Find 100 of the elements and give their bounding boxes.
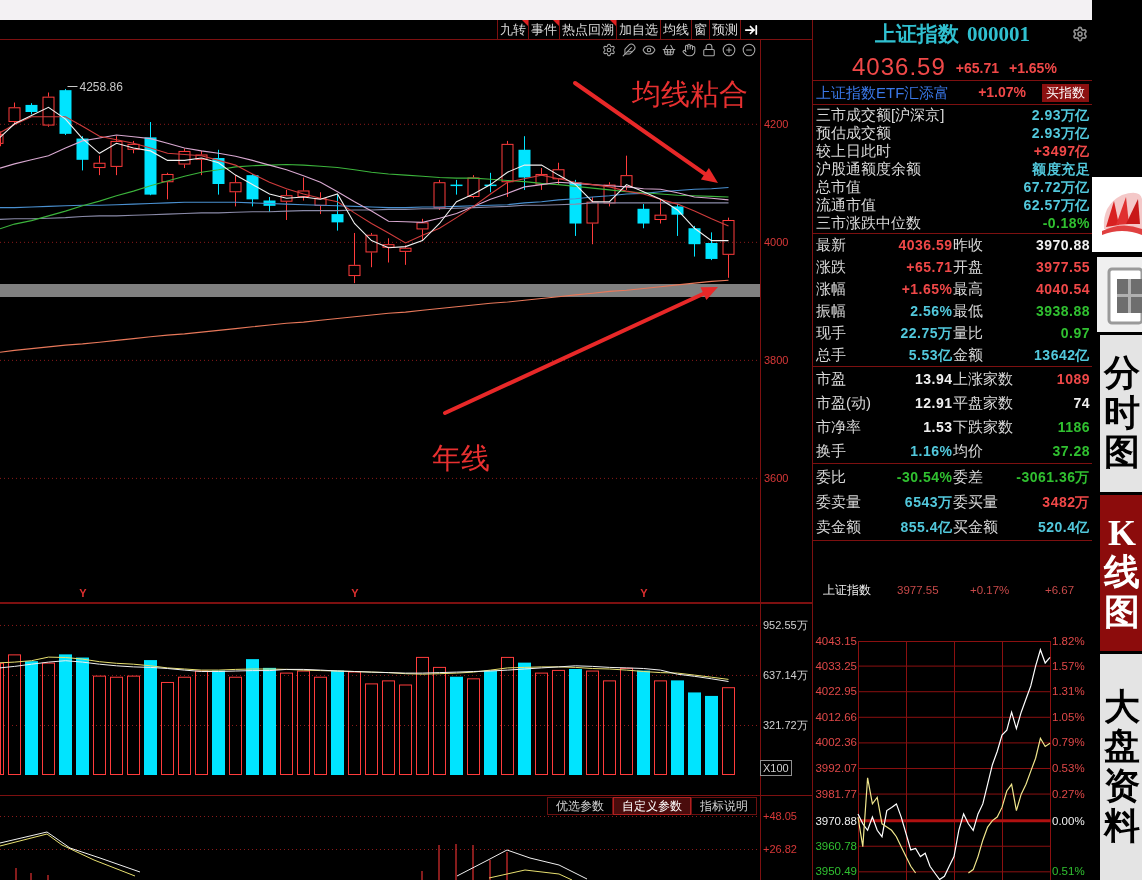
high-price-label: 4258.86 [79, 79, 123, 94]
stat-label: 最新 [816, 236, 846, 254]
basket-icon[interactable] [662, 43, 676, 57]
stat-label: 预估成交额 [816, 124, 891, 142]
hand-icon[interactable] [682, 43, 696, 57]
candlestick [348, 232, 361, 284]
side-tab[interactable]: 分时图 [1100, 335, 1142, 492]
candlestick [0, 130, 4, 147]
stat-value: 74 [1073, 393, 1090, 413]
toolbar-tab[interactable]: 加自选 [616, 20, 660, 39]
stat-label: 三市涨跌中位数 [816, 214, 921, 232]
axis-label: 0.27% [1052, 787, 1085, 800]
stat-value: -0.18% [1042, 213, 1090, 233]
axis-label: 4002.36 [815, 736, 857, 749]
index-code: 000001 [967, 21, 1030, 47]
lock-icon[interactable] [702, 43, 716, 57]
axis-label: 637.14万 [763, 668, 808, 681]
toolbar-tab[interactable]: 均线 [660, 20, 691, 39]
stat-label: 现手 [816, 324, 846, 342]
year-marker: Y [351, 587, 359, 599]
candlestick [722, 217, 735, 279]
candlestick [518, 135, 531, 191]
intraday-change-percent: +0.17% [970, 584, 1010, 596]
side-tab[interactable]: 大盘资料 [1100, 654, 1142, 880]
indicator-bar [30, 872, 32, 880]
candlestick [297, 177, 310, 201]
axis-label: 3950.49 [815, 865, 857, 878]
candlestick [280, 189, 293, 221]
stat-value: 3938.88 [1035, 301, 1090, 321]
side-tab[interactable]: K线图 [1100, 495, 1142, 651]
stat-value: 2.56% [910, 301, 953, 321]
candlestick [25, 102, 38, 115]
annotation-text: 均线粘合 [632, 78, 748, 110]
stat-value: +1.65% [901, 279, 953, 299]
leader-line [67, 86, 78, 87]
stat-value: -3061.36万 [1016, 467, 1090, 487]
toolbar-tab[interactable]: 事件 [528, 20, 559, 39]
settings-icon[interactable] [602, 43, 616, 57]
buy-index-button[interactable]: 买指数 [1042, 83, 1089, 102]
axis-label: 0.51% [1052, 865, 1085, 878]
stat-label: 量比 [952, 324, 983, 342]
intraday-price: 3977.55 [897, 584, 939, 596]
toolbar-tab[interactable]: 热点回溯 [559, 20, 616, 39]
axis-label: 4200 [764, 117, 789, 130]
stat-value: 0.97 [1060, 323, 1090, 343]
candlestick [705, 231, 718, 261]
etf-link[interactable]: 上证指数ETF汇添富 [816, 83, 950, 102]
candlestick [450, 179, 463, 196]
candlestick [178, 148, 191, 169]
axis-label: 0.00% [1052, 814, 1085, 827]
eye-icon[interactable] [642, 43, 656, 57]
stat-value: 2.93万亿 [1031, 123, 1090, 143]
stat-label: 委卖量 [816, 493, 861, 511]
stat-value: 3977.55 [1035, 257, 1090, 277]
indicator-bar [455, 843, 457, 880]
stat-label: 最高 [952, 280, 983, 298]
indicator-bar [438, 844, 440, 880]
plus-circle-icon[interactable] [722, 43, 736, 57]
stat-label: 流通市值 [816, 196, 876, 214]
indicator-bar [472, 844, 474, 880]
stat-value: 5.53亿 [908, 345, 953, 365]
stat-value: 额度充足 [1032, 159, 1090, 179]
settings-icon[interactable] [1072, 26, 1088, 42]
feather-icon[interactable] [622, 43, 636, 57]
candlestick [535, 167, 548, 191]
candlestick [382, 237, 395, 263]
stat-label: 市净率 [816, 418, 861, 436]
stat-value: 22.75万 [900, 323, 953, 343]
candlestick [263, 196, 276, 213]
stat-value: 4036.59 [898, 235, 953, 255]
indicator-button[interactable]: 指标说明 [691, 797, 757, 815]
candlestick [42, 92, 55, 128]
stat-label: 振幅 [816, 302, 846, 320]
toolbar-button[interactable] [740, 20, 760, 39]
candlestick [467, 174, 480, 199]
axis-label: 952.55万 [763, 618, 808, 631]
stat-label: 市盈 [816, 370, 846, 388]
toolbar-tab[interactable]: 窗 [691, 20, 709, 39]
stat-value: 13642亿 [1034, 345, 1090, 365]
indicator-bar [489, 859, 491, 880]
toolbar-tab[interactable]: 九转 [497, 20, 528, 39]
stat-value: 520.4亿 [1037, 517, 1090, 537]
stat-label: 下跌家数 [952, 418, 1013, 436]
unit-label: X100 [760, 760, 792, 776]
year-marker: Y [79, 587, 87, 599]
stat-label: 涨跌 [816, 258, 846, 276]
toolbar-tab[interactable]: 预测 [709, 20, 740, 39]
indicator-button[interactable]: 自定义参数 [613, 797, 691, 815]
stat-value: +3497亿 [1033, 141, 1090, 161]
indicator-button[interactable]: 优选参数 [547, 797, 613, 815]
axis-label: 3600 [764, 471, 789, 484]
year-marker: Y [640, 587, 648, 599]
stat-label: 总手 [816, 346, 846, 364]
axis-label: 3992.07 [815, 761, 857, 774]
candlestick [654, 198, 667, 225]
stat-value: 2.93万亿 [1031, 105, 1090, 125]
minus-circle-icon[interactable] [742, 43, 756, 57]
axis-label: 1.57% [1052, 659, 1085, 672]
stat-label: 沪股通额度余额 [816, 160, 921, 178]
candlestick [93, 155, 106, 176]
